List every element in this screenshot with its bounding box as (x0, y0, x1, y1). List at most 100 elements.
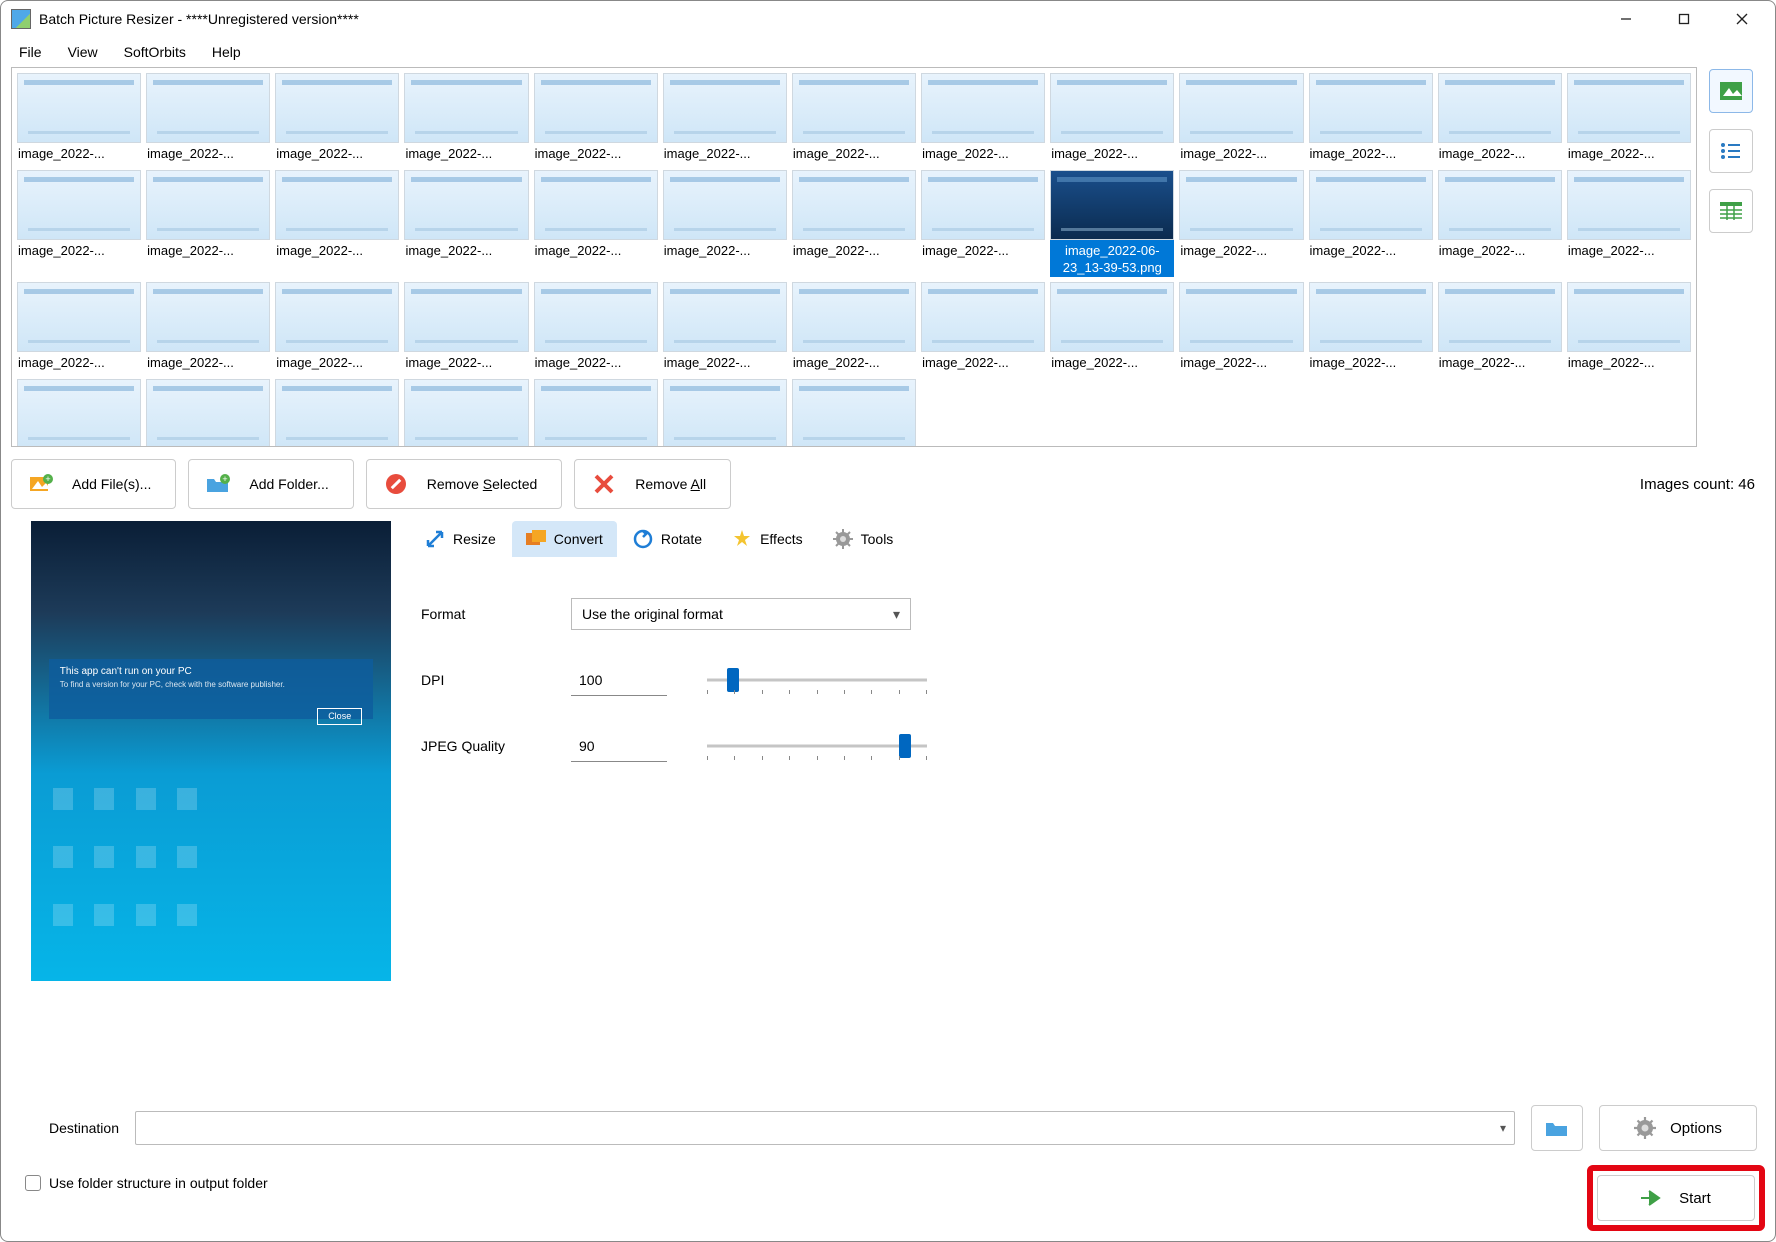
thumbnail[interactable]: image_2022-... (1438, 170, 1562, 277)
thumbnail[interactable]: image_2022-... (1050, 73, 1174, 165)
thumbnail-image (792, 73, 916, 143)
thumbnail-image (1438, 170, 1562, 240)
thumbnail[interactable]: image_2022-... (792, 379, 916, 447)
thumbnail-image (921, 170, 1045, 240)
thumbnail[interactable]: image_2022-... (792, 73, 916, 165)
preview-image: This app can't run on your PC To find a … (31, 521, 391, 981)
format-select[interactable]: Use the original format ▾ (571, 598, 911, 630)
thumbnail[interactable]: image_2022-... (921, 282, 1045, 374)
thumbnail[interactable]: image_2022-... (1179, 282, 1303, 374)
thumbnail[interactable]: image_2022-... (534, 73, 658, 165)
tab-resize[interactable]: Resize (411, 521, 510, 557)
thumbnail[interactable]: image_2022-... (404, 282, 528, 374)
thumbnail[interactable]: image_2022-... (1438, 282, 1562, 374)
thumbnail[interactable]: image_2022-... (17, 170, 141, 277)
thumbnail-list[interactable]: image_2022-...image_2022-...image_2022-.… (11, 67, 1697, 447)
thumbnail[interactable]: image_2022-... (921, 73, 1045, 165)
thumbnail-image (275, 170, 399, 240)
tab-effects[interactable]: Effects (718, 521, 817, 557)
thumbnail[interactable]: image_2022-... (275, 379, 399, 447)
thumbnail[interactable]: image_2022-... (792, 170, 916, 277)
thumbnail[interactable]: image_2022-... (17, 282, 141, 374)
thumbnail[interactable]: image_2022-... (404, 379, 528, 447)
thumbnail[interactable]: image_2022-... (275, 282, 399, 374)
thumbnail[interactable]: image_2022-... (146, 282, 270, 374)
tab-strip: Resize Convert Rotate Effects Tools (411, 521, 1765, 557)
quality-input[interactable] (571, 730, 667, 762)
minimize-button[interactable] (1597, 3, 1655, 35)
thumbnail[interactable]: image_2022-... (1179, 73, 1303, 165)
thumbnail[interactable]: image_2022-... (1309, 170, 1433, 277)
thumbnail[interactable]: image_2022-... (1309, 282, 1433, 374)
dpi-slider[interactable] (707, 668, 927, 692)
thumbnail[interactable]: image_2022-... (1567, 170, 1691, 277)
thumbnail[interactable]: image_2022-... (146, 73, 270, 165)
thumbnail[interactable]: image_2022-... (663, 170, 787, 277)
thumbnail[interactable]: image_2022-... (663, 73, 787, 165)
preview-dialog-close: Close (317, 708, 362, 726)
thumbnail-image (17, 282, 141, 352)
thumbnail[interactable]: image_2022-... (17, 379, 141, 447)
tab-rotate[interactable]: Rotate (619, 521, 716, 557)
view-details-button[interactable] (1709, 189, 1753, 233)
view-list-button[interactable] (1709, 129, 1753, 173)
thumbnail-image (663, 379, 787, 447)
thumbnail[interactable]: image_2022-... (1179, 170, 1303, 277)
thumbnail[interactable]: image_2022-... (404, 73, 528, 165)
thumbnail[interactable]: image_2022-... (146, 170, 270, 277)
thumbnail[interactable]: image_2022-... (1567, 282, 1691, 374)
thumbnail-label: image_2022-... (792, 143, 916, 165)
dpi-input[interactable] (571, 664, 667, 696)
thumbnail[interactable]: image_2022-... (404, 170, 528, 277)
thumbnail[interactable]: image_2022-... (1567, 73, 1691, 165)
quality-slider[interactable] (707, 734, 927, 758)
thumbnail-label: image_2022-... (17, 240, 141, 262)
effects-icon (732, 529, 752, 549)
thumbnail[interactable]: image_2022-... (1438, 73, 1562, 165)
thumbnail-image (275, 282, 399, 352)
menu-view[interactable]: View (56, 40, 110, 64)
thumbnail-label: image_2022-... (792, 352, 916, 374)
thumbnail-image (1309, 73, 1433, 143)
thumbnail-image (792, 170, 916, 240)
menu-file[interactable]: File (7, 40, 54, 64)
view-thumbnails-button[interactable] (1709, 69, 1753, 113)
destination-combobox[interactable]: ▾ (135, 1111, 1515, 1145)
add-files-button[interactable]: + Add File(s)... (11, 459, 176, 509)
folder-structure-checkbox-row[interactable]: Use folder structure in output folder (11, 1165, 276, 1191)
thumbnail[interactable]: image_2022-... (534, 282, 658, 374)
thumbnail[interactable]: image_2022-... (663, 282, 787, 374)
thumbnail[interactable]: image_2022-... (534, 170, 658, 277)
thumbnail[interactable]: image_2022-06-23_13-39-53.png (1050, 170, 1174, 277)
thumbnail[interactable]: image_2022-... (921, 170, 1045, 277)
menu-softorbits[interactable]: SoftOrbits (112, 40, 198, 64)
browse-destination-button[interactable] (1531, 1105, 1583, 1151)
tab-convert[interactable]: Convert (512, 521, 617, 557)
thumbnail[interactable]: image_2022-... (663, 379, 787, 447)
thumbnail[interactable]: image_2022-... (146, 379, 270, 447)
tab-tools[interactable]: Tools (819, 521, 908, 557)
thumbnail[interactable]: image_2022-... (275, 73, 399, 165)
thumbnail[interactable]: image_2022-... (534, 379, 658, 447)
thumbnail-label: image_2022-... (663, 143, 787, 165)
menu-help[interactable]: Help (200, 40, 253, 64)
remove-selected-button[interactable]: Remove Selected (366, 459, 563, 509)
close-button[interactable] (1713, 3, 1771, 35)
remove-all-button[interactable]: Remove All (574, 459, 731, 509)
maximize-button[interactable] (1655, 3, 1713, 35)
thumbnail-label: image_2022-... (17, 143, 141, 165)
thumbnail-label: image_2022-... (1438, 240, 1562, 262)
thumbnail[interactable]: image_2022-... (1050, 282, 1174, 374)
thumbnail-label: image_2022-... (146, 143, 270, 165)
thumbnail[interactable]: image_2022-... (792, 282, 916, 374)
thumbnail-label: image_2022-... (1179, 352, 1303, 374)
folder-structure-label: Use folder structure in output folder (49, 1175, 268, 1191)
thumbnail[interactable]: image_2022-... (17, 73, 141, 165)
thumbnail-label: image_2022-... (404, 143, 528, 165)
start-button[interactable]: Start (1597, 1175, 1755, 1221)
thumbnail[interactable]: image_2022-... (1309, 73, 1433, 165)
menubar: File View SoftOrbits Help (1, 37, 1775, 67)
options-button[interactable]: Options (1599, 1105, 1757, 1151)
add-folder-button[interactable]: + Add Folder... (188, 459, 353, 509)
thumbnail[interactable]: image_2022-... (275, 170, 399, 277)
